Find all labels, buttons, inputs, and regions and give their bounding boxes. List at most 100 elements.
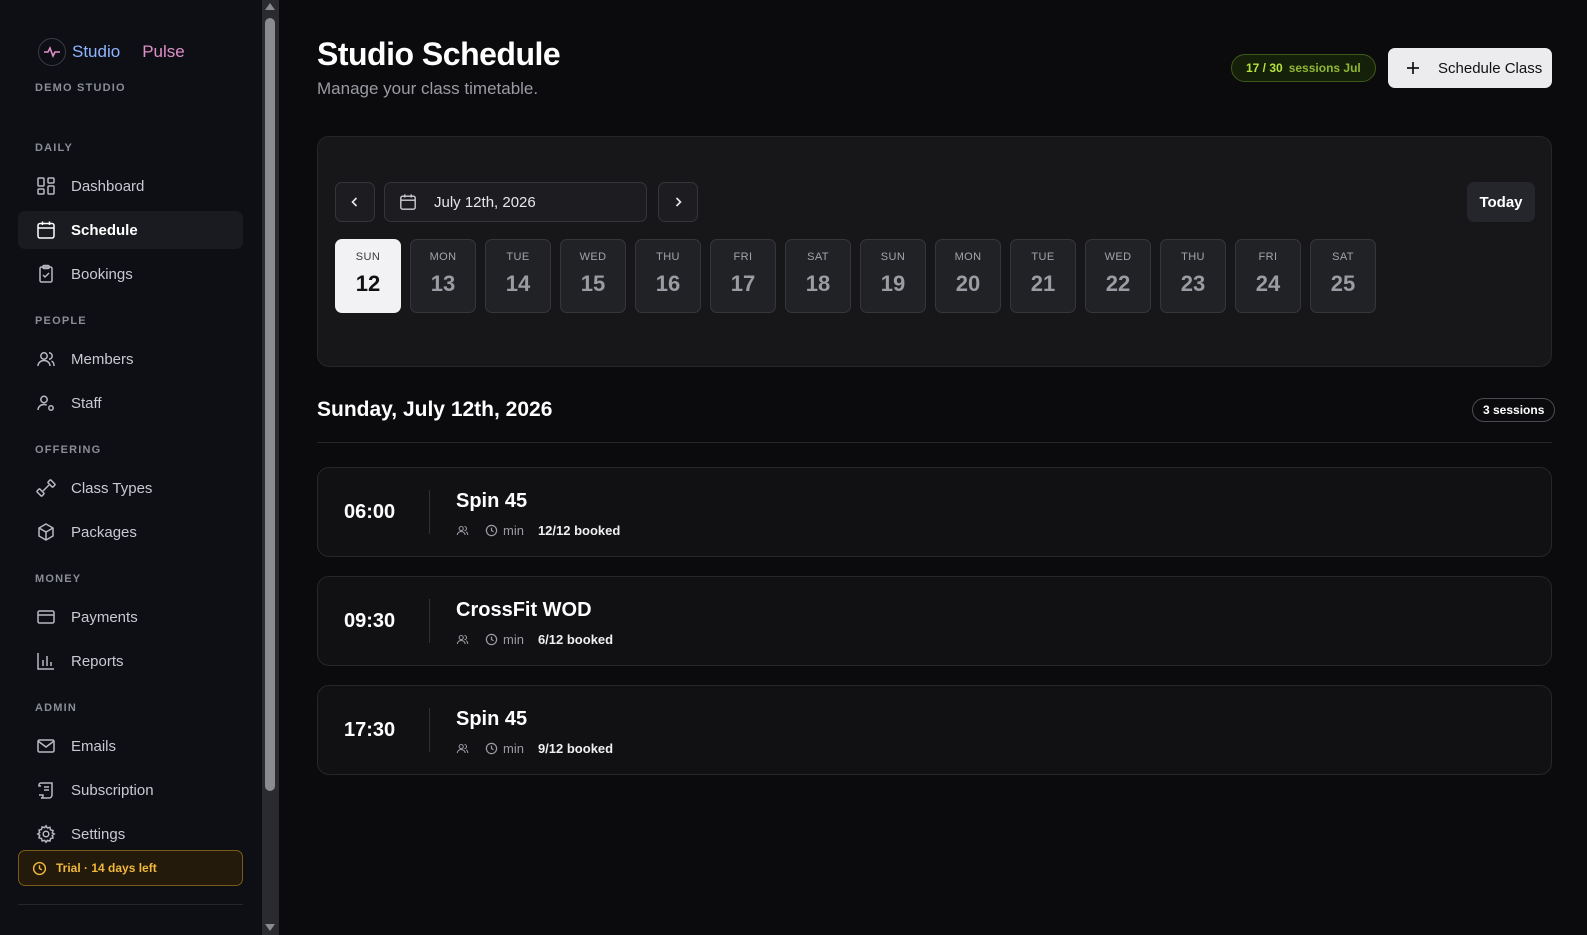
section-label-people: PEOPLE — [35, 315, 87, 327]
clock-icon — [485, 742, 498, 755]
day-cell-15[interactable]: WED 15 — [560, 239, 626, 313]
sidebar-item-schedule[interactable]: Schedule — [18, 211, 243, 249]
day-cell-14[interactable]: TUE 14 — [485, 239, 551, 313]
section-label-offering: OFFERING — [35, 444, 102, 456]
day-number: 15 — [580, 271, 606, 296]
scroll-up-icon[interactable] — [265, 3, 275, 10]
session-meta: min 9/12 booked — [456, 741, 613, 756]
day-weekday: TUE — [506, 251, 530, 263]
section-label-money: MONEY — [35, 573, 82, 585]
session-booked: 9/12 booked — [537, 741, 614, 756]
day-number: 20 — [955, 271, 981, 296]
sidebar-item-staff[interactable]: Staff — [18, 384, 243, 422]
clock-icon — [32, 861, 47, 875]
session-meta: min 12/12 booked — [456, 523, 620, 538]
day-cell-23[interactable]: THU 23 — [1160, 239, 1226, 313]
sidebar-item-label: Subscription — [71, 781, 154, 799]
calendar-icon — [400, 194, 416, 210]
sidebar-item-label: Reports — [71, 652, 124, 670]
day-cell-19[interactable]: SUN 19 — [860, 239, 926, 313]
day-cell-25[interactable]: SAT 25 — [1310, 239, 1376, 313]
calendar-card: July 12th, 2026 Today SUN 12 MON 13 TUE 14 … — [317, 136, 1552, 367]
sidebar-item-label: Dashboard — [71, 177, 145, 195]
sidebar-item-dashboard[interactable]: Dashboard — [18, 167, 243, 205]
day-cell-13[interactable]: MON 13 — [410, 239, 476, 313]
day-number: 14 — [505, 271, 531, 296]
today-button[interactable]: Today — [1467, 182, 1535, 222]
divider — [429, 708, 430, 752]
users-icon — [456, 743, 469, 754]
scroll-icon — [38, 782, 53, 799]
session-duration: min — [503, 523, 524, 538]
sidebar-item-label: Staff — [71, 394, 102, 412]
day-weekday: MON — [429, 251, 457, 263]
prev-day-button[interactable] — [335, 182, 375, 222]
sidebar-item-bookings[interactable]: Bookings — [18, 255, 243, 293]
day-weekday: SAT — [807, 251, 829, 263]
usage-label: sessions Jul — [1288, 61, 1361, 75]
usage-count: 17 / 30 — [1246, 61, 1283, 75]
day-cell-24[interactable]: FRI 24 — [1235, 239, 1301, 313]
sidebar-item-label: Schedule — [71, 221, 138, 239]
sidebar: Studio Pulse DEMO STUDIO DAILY Dashboard … — [0, 0, 262, 935]
day-weekday: MON — [954, 251, 982, 263]
session-card[interactable]: 06:00 Spin 45 min 12/12 booked — [317, 467, 1552, 557]
date-picker[interactable]: July 12th, 2026 — [384, 182, 647, 222]
sidebar-item-label: Members — [71, 350, 134, 368]
sidebar-item-subscription[interactable]: Subscription — [18, 771, 243, 809]
sidebar-item-label: Bookings — [71, 265, 133, 283]
day-number: 18 — [805, 271, 831, 296]
scrollbar-thumb[interactable] — [265, 18, 275, 791]
day-number: 17 — [730, 271, 756, 296]
session-card[interactable]: 17:30 Spin 45 min 9/12 booked — [317, 685, 1552, 775]
pulse-logo-icon — [38, 38, 66, 66]
sidebar-item-packages[interactable]: Packages — [18, 513, 243, 551]
schedule-class-button[interactable]: Schedule Class — [1388, 48, 1552, 88]
divider — [429, 490, 430, 534]
day-weekday: SUN — [355, 251, 381, 263]
day-number: 16 — [655, 271, 681, 296]
day-weekday: TUE — [1031, 251, 1055, 263]
sidebar-item-label: Settings — [71, 825, 126, 843]
sidebar-item-members[interactable]: Members — [18, 340, 243, 378]
section-label-admin: ADMIN — [35, 702, 78, 714]
sidebar-item-label: Payments — [71, 608, 138, 626]
sidebar-item-emails[interactable]: Emails — [18, 727, 243, 765]
mail-icon — [37, 739, 55, 753]
sidebar-scrollbar[interactable] — [262, 0, 279, 935]
scroll-down-icon[interactable] — [265, 924, 275, 931]
day-cell-17[interactable]: FRI 17 — [710, 239, 776, 313]
trial-banner[interactable]: Trial · 14 days left — [18, 850, 243, 886]
day-heading: Sunday, July 12th, 2026 — [317, 398, 553, 421]
day-strip: SUN 12 MON 13 TUE 14 WED 15 THU 16 FRI 17 SAT 1… — [335, 239, 1376, 313]
day-number: 21 — [1030, 271, 1056, 296]
day-cell-20[interactable]: MON 20 — [935, 239, 1001, 313]
session-class-name: CrossFit WOD — [456, 599, 592, 621]
day-cell-21[interactable]: TUE 21 — [1010, 239, 1076, 313]
divider — [317, 442, 1552, 443]
day-weekday: THU — [1181, 251, 1205, 263]
sidebar-item-payments[interactable]: Payments — [18, 598, 243, 636]
day-cell-22[interactable]: WED 22 — [1085, 239, 1151, 313]
session-booked: 6/12 booked — [537, 632, 614, 647]
schedule-class-label: Schedule Class — [1438, 59, 1543, 77]
day-cell-18[interactable]: SAT 18 — [785, 239, 851, 313]
studio-name: DEMO STUDIO — [35, 82, 126, 94]
user-cog-icon — [37, 395, 54, 411]
session-duration: min — [503, 632, 524, 647]
day-cell-12[interactable]: SUN 12 — [335, 239, 401, 313]
day-cell-16[interactable]: THU 16 — [635, 239, 701, 313]
day-number: 23 — [1180, 271, 1206, 296]
sessions-count-badge: 3 sessions — [1472, 398, 1556, 422]
session-class-name: Spin 45 — [456, 708, 528, 730]
sidebar-item-settings[interactable]: Settings — [18, 815, 243, 853]
sidebar-item-reports[interactable]: Reports — [18, 642, 243, 680]
sidebar-item-label: Packages — [71, 523, 137, 541]
brand[interactable]: Studio Pulse — [38, 38, 185, 66]
session-card[interactable]: 09:30 CrossFit WOD min 6/12 booked — [317, 576, 1552, 666]
page-subtitle: Manage your class timetable. — [317, 79, 539, 98]
sidebar-item-class-types[interactable]: Class Types — [18, 469, 243, 507]
session-booked: 12/12 booked — [537, 523, 621, 538]
dashboard-icon — [37, 177, 55, 195]
next-day-button[interactable] — [658, 182, 698, 222]
